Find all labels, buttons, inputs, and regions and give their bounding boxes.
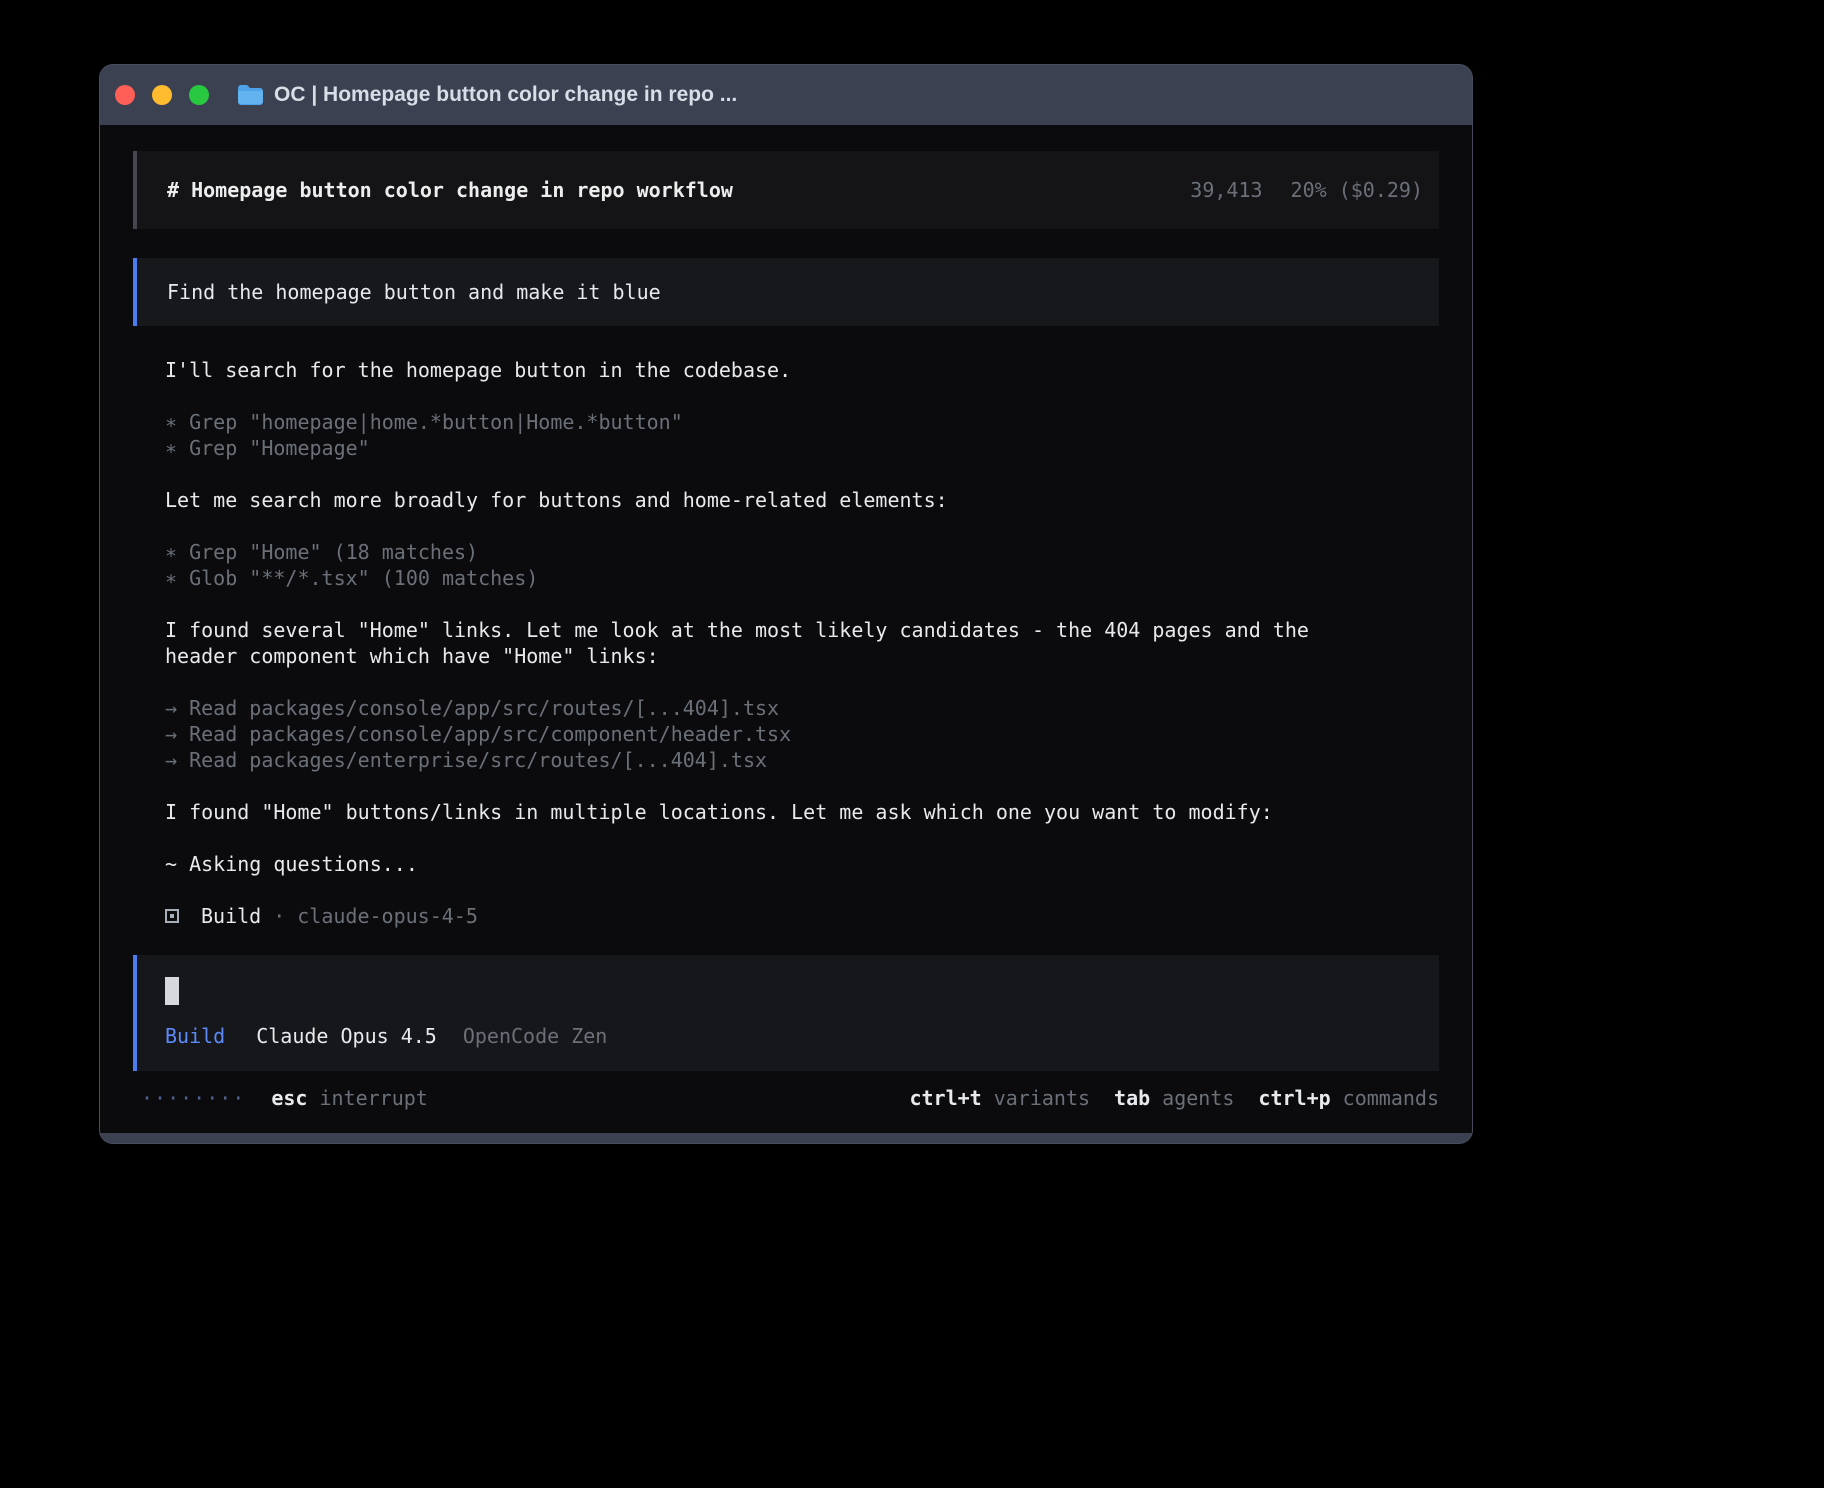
tool-call-glob: ∗ Glob "**/*.tsx" (100 matches) [165, 565, 1439, 591]
terminal-content: # Homepage button color change in repo w… [100, 125, 1472, 1133]
tool-call-read: → Read packages/enterprise/src/routes/[.… [165, 747, 1439, 773]
zoom-button[interactable] [189, 85, 209, 105]
tool-call-grep: ∗ Grep "homepage|home.*button|Home.*butt… [165, 409, 1439, 435]
assistant-status: ~ Asking questions... [165, 851, 1439, 877]
token-count: 39,413 [1190, 177, 1262, 203]
session-title: # Homepage button color change in repo w… [167, 177, 733, 203]
session-stats: 39,413 20% ($0.29) [1190, 177, 1423, 203]
agent-model: claude-opus-4-5 [297, 903, 478, 929]
shortcut-hints: ctrl+t variants tab agents ctrl+p comman… [909, 1085, 1439, 1111]
context-usage: 20% ($0.29) [1291, 177, 1423, 203]
assistant-text: I found several "Home" links. Let me loo… [165, 617, 1439, 643]
session-header: # Homepage button color change in repo w… [133, 151, 1439, 229]
esc-key-hint: esc [271, 1085, 307, 1111]
tool-call-read: → Read packages/console/app/src/componen… [165, 721, 1439, 747]
traffic-lights [115, 85, 209, 105]
prompt-input[interactable]: Build Claude Opus 4.5 OpenCode Zen [133, 955, 1439, 1071]
shortcut-key: tab [1114, 1085, 1150, 1111]
text-cursor [165, 977, 179, 1005]
spinner-dots: ········ [141, 1085, 245, 1111]
shortcut-label: variants [994, 1085, 1090, 1111]
assistant-text: header component which have "Home" links… [165, 643, 1439, 669]
shortcut-label: commands [1343, 1085, 1439, 1111]
shortcut-key: ctrl+p [1258, 1085, 1330, 1111]
build-agent-icon [165, 909, 179, 923]
status-bar: ········ esc interrupt ctrl+t variants t… [133, 1085, 1439, 1111]
minimize-button[interactable] [152, 85, 172, 105]
assistant-text: I'll search for the homepage button in t… [165, 357, 1439, 383]
close-button[interactable] [115, 85, 135, 105]
shortcut-label: agents [1162, 1085, 1234, 1111]
provider-name: OpenCode Zen [463, 1023, 608, 1049]
folder-icon [237, 84, 264, 106]
titlebar[interactable]: OC | Homepage button color change in rep… [100, 65, 1472, 125]
shortcut-variants: ctrl+t variants [909, 1085, 1090, 1111]
assistant-text: I found "Home" buttons/links in multiple… [165, 799, 1439, 825]
shortcut-commands: ctrl+p commands [1258, 1085, 1439, 1111]
tool-call-grep: ∗ Grep "Home" (18 matches) [165, 539, 1439, 565]
shortcut-key: ctrl+t [909, 1085, 981, 1111]
window-title: OC | Homepage button color change in rep… [274, 83, 737, 107]
user-message-text: Find the homepage button and make it blu… [167, 279, 661, 305]
assistant-text: Let me search more broadly for buttons a… [165, 487, 1439, 513]
user-message: Find the homepage button and make it blu… [133, 258, 1439, 326]
tool-call-read: → Read packages/console/app/src/routes/[… [165, 695, 1439, 721]
esc-action-label: interrupt [319, 1085, 427, 1111]
shortcut-agents: tab agents [1114, 1085, 1234, 1111]
conversation: I'll search for the homepage button in t… [165, 357, 1439, 929]
agent-mode-label[interactable]: Build [165, 1023, 225, 1049]
agent-status-row: Build · claude-opus-4-5 [165, 903, 1439, 929]
agent-name: Build [201, 903, 261, 929]
tool-call-grep: ∗ Grep "Homepage" [165, 435, 1439, 461]
separator-dot: · [273, 903, 285, 929]
terminal-window: OC | Homepage button color change in rep… [99, 64, 1473, 1144]
model-name[interactable]: Claude Opus 4.5 [256, 1023, 437, 1049]
input-meta: Build Claude Opus 4.5 OpenCode Zen [165, 1023, 1439, 1049]
